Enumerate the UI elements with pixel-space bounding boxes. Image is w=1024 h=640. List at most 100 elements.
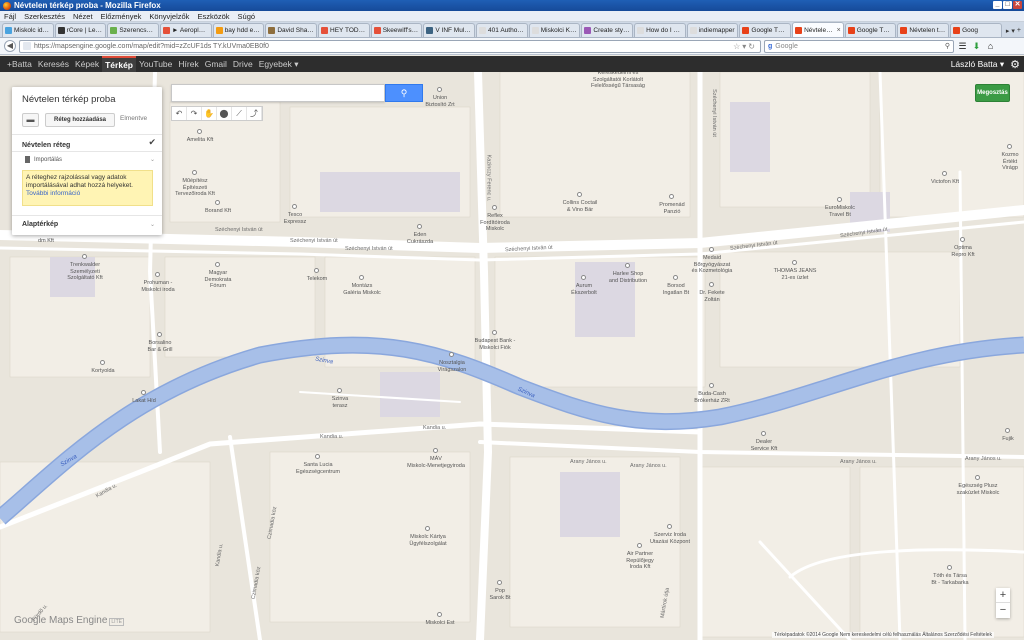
poi-marker-icon[interactable]: [497, 580, 502, 585]
menu-item[interactable]: Előzmények: [101, 12, 142, 21]
browser-tab[interactable]: indiemapper: [686, 23, 739, 37]
menu-item[interactable]: Súgó: [238, 12, 256, 21]
home-icon[interactable]: ⌂: [985, 41, 996, 52]
poi-label[interactable]: Lakat Híd: [104, 398, 184, 405]
poi-marker-icon[interactable]: [837, 197, 842, 202]
poi-label[interactable]: Reflex Fordítóiroda Miskolc: [455, 213, 535, 233]
browser-tab[interactable]: Google Térkép: [739, 23, 792, 37]
poi-label[interactable]: Miskolci Est: [400, 620, 480, 627]
poi-label[interactable]: dm Kft: [6, 238, 86, 245]
zoom-in-button[interactable]: +: [996, 588, 1010, 603]
poi-label[interactable]: Tóth és Társa Bt - Tarkabarka: [910, 573, 990, 586]
poi-label[interactable]: Pop Sarok Bt: [460, 588, 540, 601]
poi-label[interactable]: Aurum Ékszerbolt: [544, 283, 624, 296]
poi-marker-icon[interactable]: [581, 275, 586, 280]
poi-marker-icon[interactable]: [761, 431, 766, 436]
poi-label[interactable]: Fujik: [968, 436, 1024, 443]
google-bar-item[interactable]: Térkép: [102, 56, 136, 72]
browser-tab[interactable]: Szerencseját...: [107, 23, 160, 37]
zoom-out-button[interactable]: −: [996, 603, 1010, 618]
browser-tab[interactable]: Névtelen ... ×: [792, 22, 844, 37]
menu-item[interactable]: Fájl: [4, 12, 16, 21]
poi-label[interactable]: EuroMiskolc Travel Bt: [800, 205, 880, 218]
back-button[interactable]: ◀: [4, 40, 16, 52]
pan-hand-icon[interactable]: ✋: [202, 107, 217, 120]
poi-marker-icon[interactable]: [82, 254, 87, 259]
menu-item[interactable]: Nézet: [73, 12, 93, 21]
folder-icon[interactable]: ▬: [22, 113, 39, 127]
poi-label[interactable]: Szinva terasz: [300, 396, 380, 409]
browser-tab[interactable]: Névtelen tér...: [897, 23, 950, 37]
poi-label[interactable]: Medaid Bőrgyógyászat és Kozmetológia: [672, 255, 752, 275]
poi-marker-icon[interactable]: [215, 262, 220, 267]
poi-label[interactable]: Szerviz Iroda Utazási Központ: [630, 532, 710, 545]
poi-marker-icon[interactable]: [709, 247, 714, 252]
poi-marker-icon[interactable]: [337, 388, 342, 393]
browser-tab[interactable]: 401 Authoriz...: [476, 23, 528, 37]
poi-label[interactable]: Nosztalgia Virágszalon: [412, 360, 492, 373]
poi-label[interactable]: Budapest Bank - Miskolci Fiók: [455, 338, 535, 351]
gear-icon[interactable]: ⚙: [1010, 58, 1020, 71]
poi-marker-icon[interactable]: [669, 194, 674, 199]
tab-close-icon[interactable]: ×: [836, 27, 841, 34]
poi-label[interactable]: Tesco Expressz: [255, 212, 335, 225]
url-bar[interactable]: https://mapsengine.google.com/map/edit?m…: [19, 39, 761, 53]
google-bar-item[interactable]: YouTube: [136, 56, 175, 72]
poi-marker-icon[interactable]: [637, 543, 642, 548]
poi-marker-icon[interactable]: [197, 129, 202, 134]
browser-tab[interactable]: How do I ope...: [634, 23, 686, 37]
map-search-input[interactable]: [171, 84, 385, 102]
browser-tab[interactable]: V INF Multi F...: [423, 23, 476, 37]
poi-label[interactable]: Victofon Kft: [905, 179, 985, 186]
poi-label[interactable]: Kozmo Értékt Virágp: [970, 152, 1024, 172]
maximize-icon[interactable]: □: [1003, 1, 1012, 9]
poi-label[interactable]: Dealer Service Kft: [724, 439, 804, 452]
poi-marker-icon[interactable]: [433, 448, 438, 453]
site-identity-icon[interactable]: [23, 42, 31, 50]
search-bar[interactable]: g Google ⚲: [764, 39, 954, 53]
browser-tab[interactable]: bay hdd exte...: [212, 23, 265, 37]
browser-tab[interactable]: HEY TODAY!: [318, 23, 370, 37]
chevron-down-icon[interactable]: ⌄: [150, 156, 155, 163]
share-button[interactable]: Megosztás: [975, 84, 1010, 102]
google-bar-item[interactable]: Képek: [72, 56, 102, 72]
poi-marker-icon[interactable]: [155, 272, 160, 277]
menu-item[interactable]: Eszközök: [197, 12, 229, 21]
directions-icon[interactable]: ⤴: [247, 107, 262, 120]
browser-tab[interactable]: Skeewiff's str...: [370, 23, 423, 37]
poi-marker-icon[interactable]: [709, 282, 714, 287]
poi-marker-icon[interactable]: [960, 237, 965, 242]
layer-visible-checkbox[interactable]: ✔: [148, 137, 156, 148]
poi-marker-icon[interactable]: [1005, 428, 1010, 433]
google-bar-item[interactable]: +Batta: [4, 56, 35, 72]
poi-marker-icon[interactable]: [100, 360, 105, 365]
poi-label[interactable]: Kortyolda: [63, 368, 143, 375]
poi-marker-icon[interactable]: [157, 332, 162, 337]
more-info-link[interactable]: További információ: [26, 190, 80, 197]
add-marker-icon[interactable]: ⬤: [217, 107, 232, 120]
minimize-icon[interactable]: _: [993, 1, 1002, 9]
browser-tab[interactable]: Miskolc időjár...: [2, 23, 54, 37]
undo-icon[interactable]: ↶: [172, 107, 187, 120]
google-bar-item[interactable]: Keresés: [35, 56, 72, 72]
poi-marker-icon[interactable]: [192, 170, 197, 175]
browser-tab[interactable]: Goog: [950, 23, 1002, 37]
chevron-down-icon[interactable]: ⌄: [150, 221, 155, 228]
poi-marker-icon[interactable]: [492, 205, 497, 210]
poi-label[interactable]: Egészség Plusz szakúzlet Miskolc: [938, 483, 1018, 496]
poi-marker-icon[interactable]: [315, 454, 320, 459]
poi-marker-icon[interactable]: [792, 260, 797, 265]
base-map-section[interactable]: Alaptérkép: [22, 221, 58, 228]
layer-name[interactable]: Névtelen réteg: [22, 142, 70, 149]
poi-marker-icon[interactable]: [673, 275, 678, 280]
import-link[interactable]: Importálás: [25, 156, 62, 163]
bookmark-star-icon[interactable]: ☆▾↻: [733, 42, 757, 51]
redo-icon[interactable]: ↷: [187, 107, 202, 120]
poi-label[interactable]: Montázs Galéria Miskolc: [322, 283, 402, 296]
magnifier-icon[interactable]: ⚲: [945, 42, 950, 50]
poi-marker-icon[interactable]: [709, 383, 714, 388]
poi-label[interactable]: Amelita Kft: [160, 137, 240, 144]
google-bar-item[interactable]: Gmail: [202, 56, 230, 72]
poi-marker-icon[interactable]: [359, 275, 364, 280]
poi-marker-icon[interactable]: [292, 204, 297, 209]
